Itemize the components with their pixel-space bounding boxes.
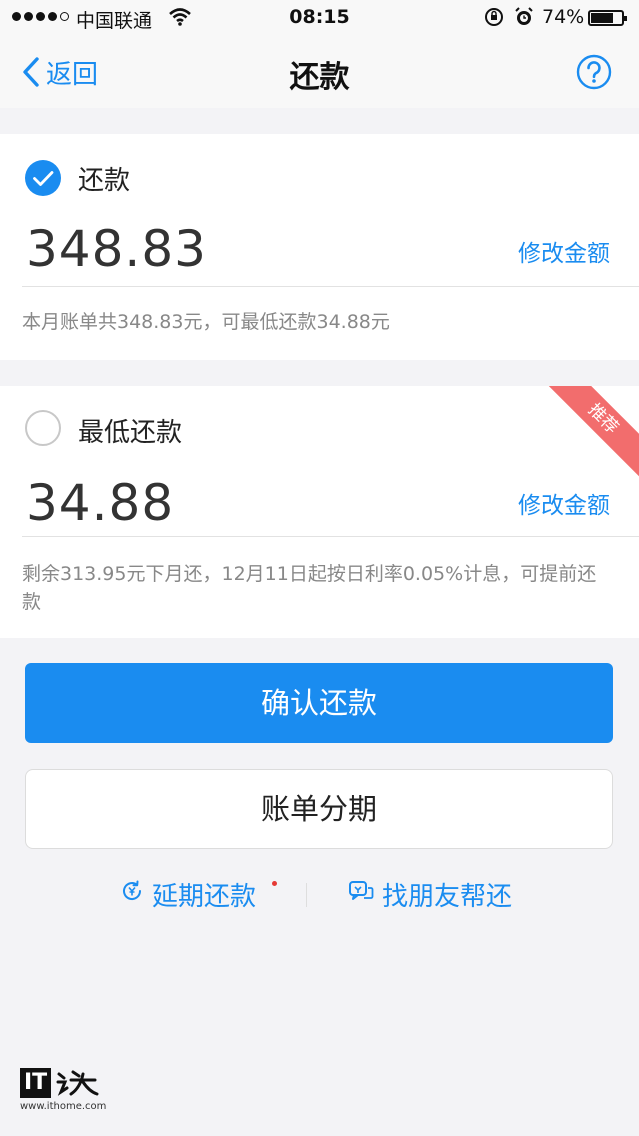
option-note: 剩余313.95元下月还，12月11日起按日利率0.05%计息，可提前还款 <box>22 563 597 613</box>
ithome-logo-glyph <box>56 1070 99 1096</box>
friend-help-label: 找朋友帮还 <box>382 882 513 912</box>
alarm-icon <box>513 6 535 33</box>
option-note: 本月账单共348.83元，可最低还款34.88元 <box>22 311 390 333</box>
confirm-repayment-button[interactable]: 确认还款 <box>25 663 613 743</box>
defer-repayment-label: 延期还款 <box>152 882 257 912</box>
help-icon[interactable] <box>576 54 612 90</box>
full-repayment-option[interactable]: 还款 348.83 修改金额 本月账单共348.83元，可最低还款34.88元 <box>0 134 639 360</box>
chat-bubble-icon <box>348 879 374 910</box>
recommend-badge: 推荐 <box>535 386 639 487</box>
divider <box>22 536 639 537</box>
battery-fill <box>591 13 614 23</box>
edit-amount-link[interactable]: 修改金额 <box>518 234 610 268</box>
rotation-lock-icon <box>483 6 505 33</box>
option-label: 最低还款 <box>78 418 183 448</box>
divider <box>22 286 639 287</box>
ithome-watermark: IT www.ithome.com <box>20 1068 110 1118</box>
refresh-icon <box>120 879 144 910</box>
amount-value: 348.83 <box>26 220 207 278</box>
watermark-url: www.ithome.com <box>20 1101 107 1112</box>
battery-percent: 74% <box>542 6 585 28</box>
bill-installment-button[interactable]: 账单分期 <box>25 769 613 849</box>
minimum-repayment-option[interactable]: 推荐 最低还款 34.88 修改金额 剩余313.95元下月还，12月11日起按… <box>0 386 639 638</box>
edit-amount-link[interactable]: 修改金额 <box>518 486 610 520</box>
battery-icon <box>588 10 627 26</box>
page-title: 还款 <box>289 60 350 95</box>
radio-unchecked-icon[interactable] <box>25 410 61 446</box>
option-label: 还款 <box>78 166 131 196</box>
ithome-logo: IT <box>20 1068 110 1098</box>
notification-dot <box>272 881 277 886</box>
status-bar: 中国联通 08:15 74% <box>0 0 639 36</box>
amount-value: 34.88 <box>26 474 175 532</box>
link-separator <box>306 883 307 907</box>
radio-checked-icon[interactable] <box>25 160 61 196</box>
defer-repayment-link[interactable]: 延期还款 <box>120 876 256 913</box>
friend-help-link[interactable]: 找朋友帮还 <box>348 876 512 913</box>
navigation-bar: 返回 还款 <box>0 36 639 108</box>
